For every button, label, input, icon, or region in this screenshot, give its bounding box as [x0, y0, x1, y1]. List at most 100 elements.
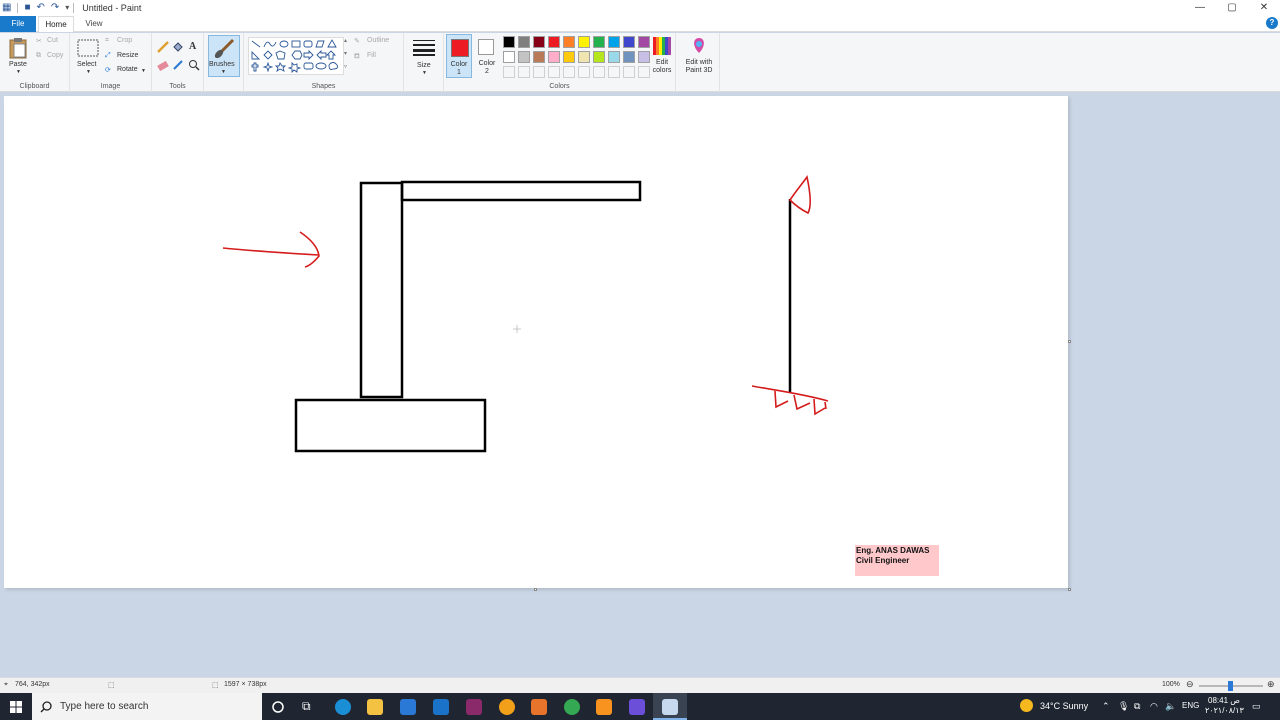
palette-swatch[interactable]: [533, 51, 545, 63]
shapes-gallery[interactable]: [248, 37, 344, 75]
custom-color-slot[interactable]: [563, 66, 575, 78]
magnifier-icon[interactable]: [188, 59, 200, 71]
zoom-slider-thumb[interactable]: [1228, 681, 1233, 691]
palette-swatch[interactable]: [578, 36, 590, 48]
palette-swatch[interactable]: [608, 36, 620, 48]
undo-icon[interactable]: ↶: [37, 0, 45, 16]
shapes-scroll-icon[interactable]: ▴: [344, 37, 347, 44]
color2-label: Color 2: [478, 60, 496, 75]
tab-home[interactable]: Home: [38, 16, 74, 32]
palette-swatch[interactable]: [563, 36, 575, 48]
shapes-scroll-icon[interactable]: ▾: [344, 50, 347, 57]
custom-color-slot[interactable]: [548, 66, 560, 78]
color1-swatch: [451, 39, 469, 57]
pencil-icon[interactable]: [157, 41, 169, 53]
task-view-icon[interactable]: ⧉: [302, 699, 311, 714]
save-icon[interactable]: ■: [24, 0, 30, 16]
custom-color-slot[interactable]: [503, 66, 515, 78]
copy-button[interactable]: Copy: [47, 52, 63, 59]
color1-button[interactable]: Color 1: [446, 34, 472, 78]
cut-button[interactable]: Cut: [47, 37, 58, 44]
cursor-position: 764, 342px: [15, 681, 50, 688]
palette-swatch[interactable]: [503, 36, 515, 48]
crop-button[interactable]: Crop: [117, 37, 132, 44]
cortana-icon[interactable]: [271, 700, 285, 714]
edge-icon[interactable]: [335, 699, 351, 715]
eraser-icon[interactable]: [157, 59, 169, 71]
customize-quick-access-icon[interactable]: ▾: [65, 0, 69, 16]
clock[interactable]: 08:41 ص ٢٠٢١/٠٨/١٣: [1205, 696, 1244, 716]
brushes-button[interactable]: Brushes ▼: [208, 35, 240, 77]
color-picker-icon[interactable]: [172, 59, 184, 71]
help-icon[interactable]: ?: [1266, 17, 1278, 29]
app-g-icon[interactable]: [596, 699, 612, 715]
palette-swatch[interactable]: [593, 36, 605, 48]
tray-app-icon[interactable]: ⧉: [1134, 701, 1140, 712]
shapes-more-icon[interactable]: ▿: [344, 63, 347, 70]
weather-text[interactable]: 34°C Sunny: [1040, 701, 1088, 711]
windows-icon: [10, 701, 22, 713]
file-explorer-icon[interactable]: [367, 699, 383, 715]
outline-button[interactable]: Outline: [367, 37, 389, 44]
mail-icon[interactable]: [433, 699, 449, 715]
resize-handle-corner[interactable]: [1068, 588, 1071, 591]
custom-color-slot[interactable]: [623, 66, 635, 78]
drawing-canvas[interactable]: Eng. ANAS DAWAS Civil Engineer: [4, 96, 1068, 588]
palette-swatch[interactable]: [593, 51, 605, 63]
close-button[interactable]: ✕: [1248, 0, 1280, 16]
zoom-out-icon[interactable]: ⊖: [1186, 679, 1194, 690]
redo-icon[interactable]: ↷: [51, 0, 59, 16]
custom-color-slot[interactable]: [608, 66, 620, 78]
custom-color-slot[interactable]: [518, 66, 530, 78]
text-tool-icon[interactable]: A: [189, 41, 196, 52]
winrar-icon[interactable]: [466, 699, 482, 715]
fill-button[interactable]: Fill: [367, 52, 376, 59]
wifi-icon[interactable]: ◠: [1150, 701, 1158, 712]
palette-swatch[interactable]: [623, 36, 635, 48]
custom-color-slot[interactable]: [533, 66, 545, 78]
tab-view[interactable]: View: [76, 16, 112, 32]
size-button[interactable]: Size ▼: [408, 35, 440, 77]
rotate-button[interactable]: Rotate: [117, 66, 138, 73]
resize-handle-right[interactable]: [1068, 340, 1071, 343]
minimize-button[interactable]: —: [1184, 0, 1216, 16]
edit-colors-button[interactable]: Edit colors: [648, 35, 676, 77]
custom-color-slot[interactable]: [593, 66, 605, 78]
microphone-icon[interactable]: 🎙: [1118, 701, 1129, 712]
chrome-icon[interactable]: [564, 699, 580, 715]
palette-swatch[interactable]: [548, 51, 560, 63]
color2-button[interactable]: Color 2: [474, 34, 500, 78]
palette-swatch[interactable]: [548, 36, 560, 48]
tab-file[interactable]: File: [0, 16, 36, 32]
edit-with-paint3d-button[interactable]: Edit with Paint 3D: [680, 35, 718, 79]
credit-label: Eng. ANAS DAWAS Civil Engineer: [855, 545, 939, 576]
taskbar-search[interactable]: Type here to search: [32, 693, 262, 720]
select-button[interactable]: Select ▼: [74, 35, 102, 77]
resize-button[interactable]: Resize: [117, 52, 138, 59]
palette-swatch[interactable]: [518, 51, 530, 63]
chrome-canary-icon[interactable]: [499, 699, 515, 715]
palette-swatch[interactable]: [533, 36, 545, 48]
show-hidden-icons[interactable]: ⌃: [1102, 701, 1110, 712]
fill-bucket-icon[interactable]: [172, 41, 184, 53]
paste-button[interactable]: Paste ▼: [4, 35, 32, 77]
maximize-button[interactable]: ▢: [1216, 0, 1248, 16]
palette-swatch[interactable]: [623, 51, 635, 63]
palette-swatch[interactable]: [608, 51, 620, 63]
resize-handle-bottom[interactable]: [534, 588, 537, 591]
palette-swatch[interactable]: [518, 36, 530, 48]
palette-swatch[interactable]: [563, 51, 575, 63]
language-indicator[interactable]: ENG: [1182, 701, 1199, 710]
palette-swatch[interactable]: [578, 51, 590, 63]
screen-recorder-icon[interactable]: [629, 699, 645, 715]
store-icon[interactable]: [400, 699, 416, 715]
paint-taskbar-button[interactable]: [653, 693, 687, 720]
volume-icon[interactable]: 🔈: [1165, 701, 1176, 712]
start-button[interactable]: [0, 693, 32, 720]
custom-color-slot[interactable]: [578, 66, 590, 78]
notifications-icon[interactable]: ▭: [1252, 701, 1261, 712]
app-orange-icon[interactable]: [531, 699, 547, 715]
zoom-in-icon[interactable]: ⊕: [1267, 679, 1275, 690]
palette-swatch[interactable]: [503, 51, 515, 63]
clipboard-group: Paste ▼ ✂ Cut ⧉ Copy Clipboard: [0, 33, 70, 92]
